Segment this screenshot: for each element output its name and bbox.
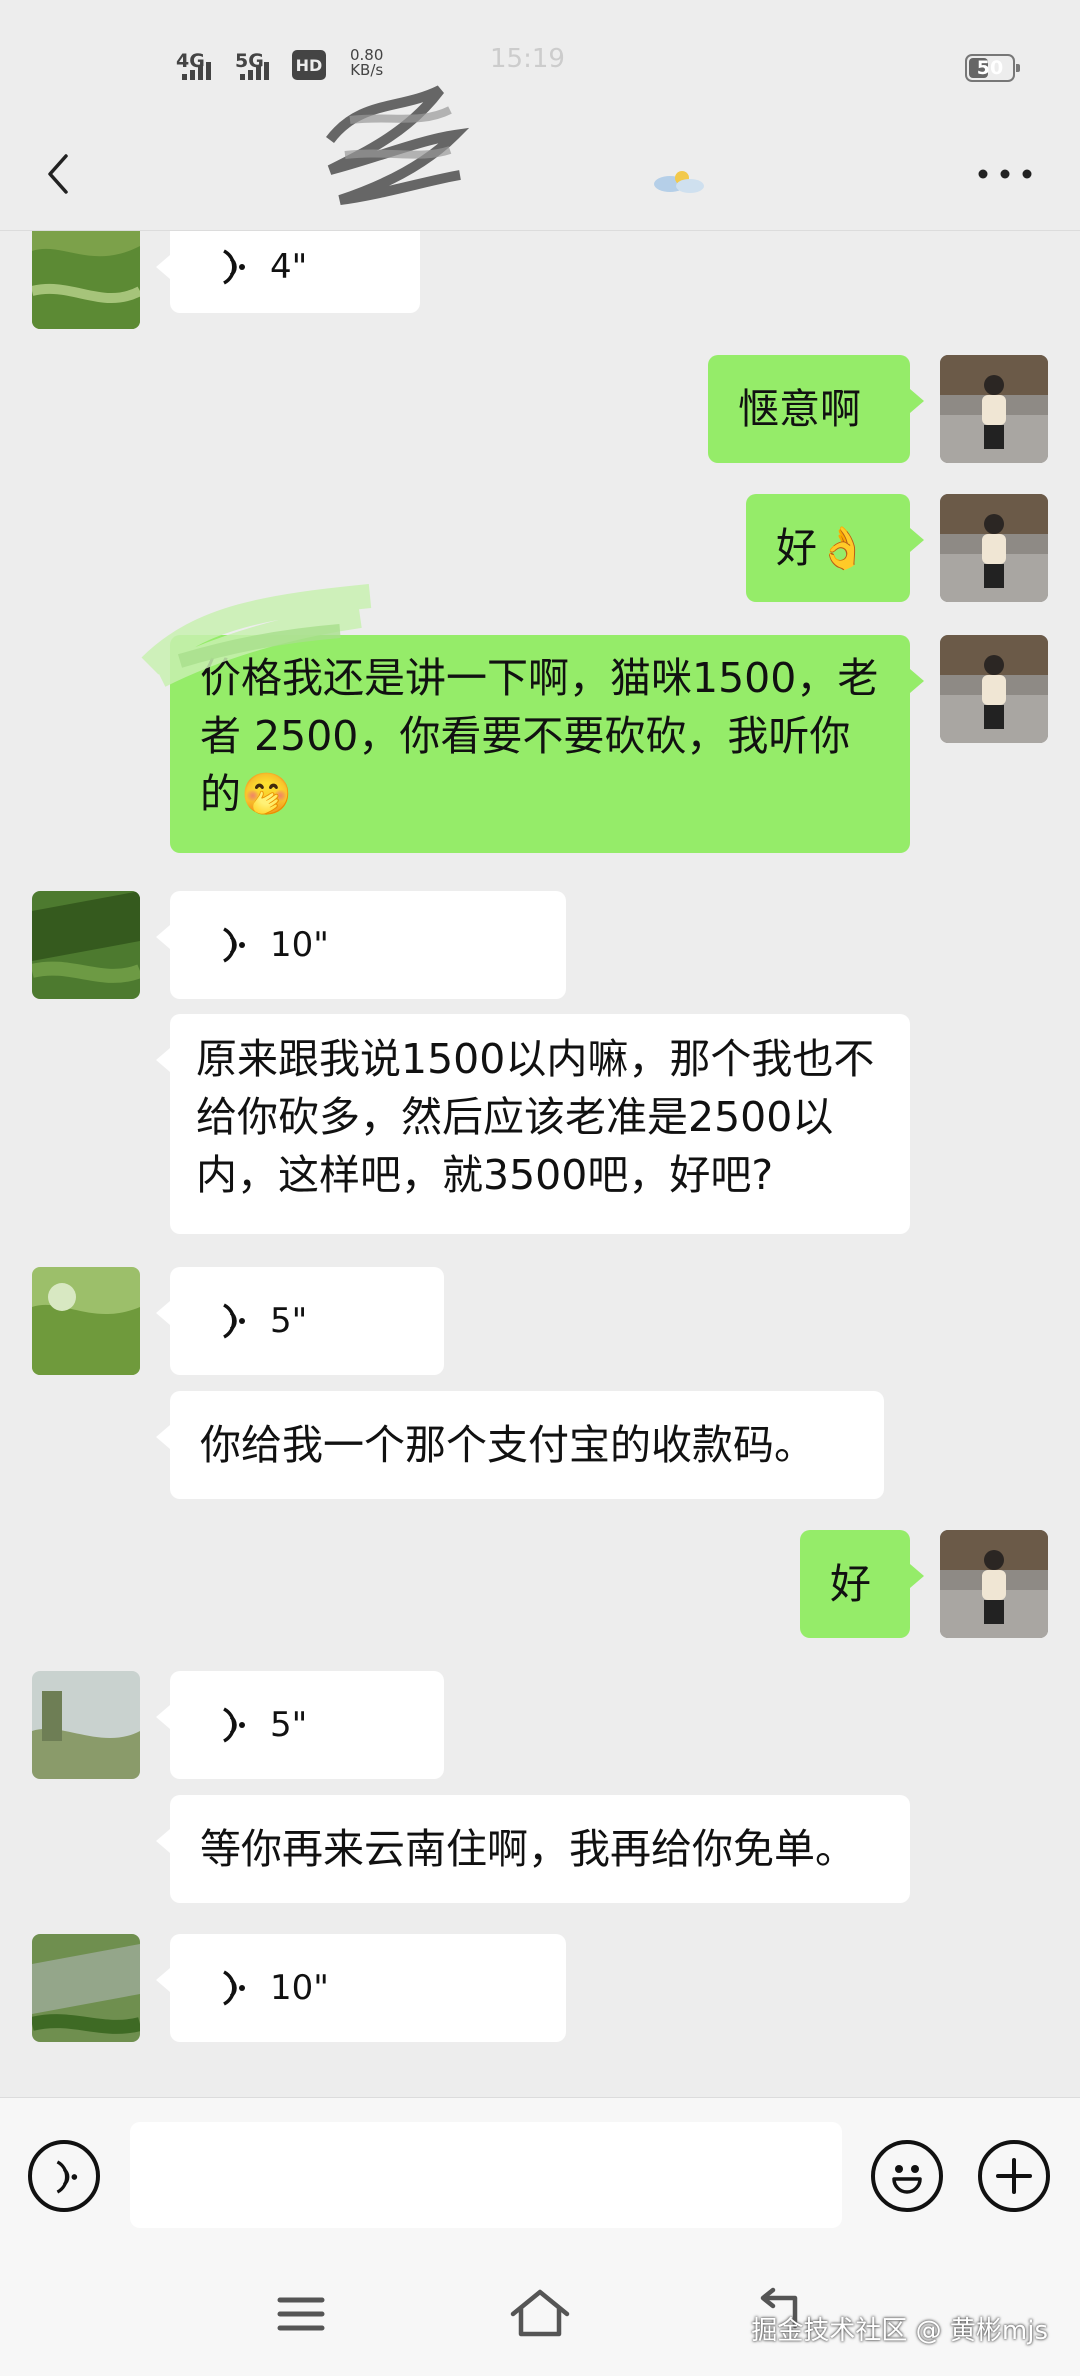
- voice-wave-icon: [223, 927, 245, 963]
- voice-wave-icon: [223, 1707, 245, 1743]
- message-text: 惬意啊: [738, 385, 861, 433]
- signal-bars-icon: [240, 62, 269, 80]
- outgoing-text-message[interactable]: 好: [800, 1530, 924, 1638]
- more-functions-button[interactable]: [978, 2140, 1050, 2212]
- incoming-text-message[interactable]: 等你再来云南住啊，我再给你免单。: [156, 1795, 910, 1903]
- message-list[interactable]: 4" 惬意啊 好👌 价格我还是讲一下啊，猫咪1500，老者 2500，你看要不要…: [0, 231, 1080, 2097]
- my-avatar[interactable]: [940, 355, 1048, 463]
- emoji-button[interactable]: [871, 2140, 943, 2212]
- voice-message[interactable]: 5": [156, 1671, 444, 1779]
- redaction-scribble: [141, 584, 372, 687]
- voice-wave-icon: [223, 1970, 245, 2006]
- plus-icon: [996, 2158, 1032, 2194]
- message-text: 好👌: [776, 524, 869, 572]
- outgoing-text-message[interactable]: 好👌: [746, 494, 924, 602]
- menu-icon[interactable]: [266, 2284, 336, 2344]
- more-options-icon[interactable]: [975, 164, 1035, 184]
- my-avatar[interactable]: [940, 1530, 1048, 1638]
- title-redaction-scribble: [326, 85, 470, 205]
- message-text: 你给我一个那个支付宝的收款码。: [200, 1421, 815, 1469]
- home-icon[interactable]: [505, 2284, 575, 2344]
- hd-voice-badge: HD: [292, 50, 326, 80]
- voice-duration: 4": [270, 247, 308, 287]
- contact-avatar[interactable]: [32, 1934, 140, 2042]
- my-avatar[interactable]: [940, 635, 1048, 743]
- status-bar: 4G 5G HD 0.80 KB/s 15:19 50: [0, 0, 1080, 130]
- contact-avatar[interactable]: [32, 891, 140, 999]
- incoming-text-message[interactable]: 你给我一个那个支付宝的收款码。: [156, 1391, 884, 1499]
- contact-avatar[interactable]: [32, 231, 140, 329]
- battery-tip: [1016, 64, 1020, 72]
- input-bar: [0, 2097, 1080, 2258]
- voice-wave-icon: [223, 249, 245, 285]
- message-text: 好: [830, 1560, 871, 1608]
- system-navigation-bar: 掘金技术社区 @ 黄彬mjs: [0, 2258, 1080, 2376]
- outgoing-text-message[interactable]: 惬意啊: [708, 355, 924, 463]
- voice-input-button[interactable]: [28, 2140, 100, 2212]
- contact-avatar[interactable]: [32, 1671, 140, 1779]
- battery-percent: 50: [976, 57, 1004, 79]
- message-input[interactable]: [130, 2122, 842, 2228]
- voice-duration: 10": [270, 1968, 329, 2008]
- voice-duration: 5": [270, 1301, 308, 1341]
- voice-message[interactable]: 10": [156, 891, 566, 999]
- signal-bars-icon: [182, 62, 211, 80]
- message-text: 原来跟我说1500以内嘛，那个我也不给你砍多，然后应该老准是2500以内，这样吧…: [196, 1035, 875, 1199]
- my-avatar[interactable]: [940, 494, 1048, 602]
- voice-message[interactable]: 10": [156, 1934, 566, 2042]
- title-emoji-icon: [654, 171, 704, 193]
- voice-wave-icon: [223, 1303, 245, 1339]
- clock: 15:19: [490, 44, 565, 74]
- voice-duration: 5": [270, 1705, 308, 1745]
- message-text: 等你再来云南住啊，我再给你免单。: [200, 1825, 856, 1873]
- smiley-face-icon: [892, 2165, 922, 2194]
- contact-avatar[interactable]: [32, 1267, 140, 1375]
- voice-duration: 10": [270, 925, 329, 965]
- network-speed-unit: KB/s: [350, 61, 384, 79]
- voice-wave-icon: [56, 2160, 78, 2194]
- watermark: 掘金技术社区 @ 黄彬mjs: [751, 2316, 1048, 2346]
- network-speed: 0.80 KB/s: [350, 48, 383, 78]
- voice-message[interactable]: 4": [156, 231, 420, 313]
- voice-message[interactable]: 5": [156, 1267, 444, 1375]
- back-arrow-icon[interactable]: [40, 144, 80, 204]
- battery-icon: 50: [965, 54, 1020, 82]
- incoming-text-message[interactable]: 原来跟我说1500以内嘛，那个我也不给你砍多，然后应该老准是2500以内，这样吧…: [156, 1014, 910, 1234]
- chat-header: [0, 120, 1080, 231]
